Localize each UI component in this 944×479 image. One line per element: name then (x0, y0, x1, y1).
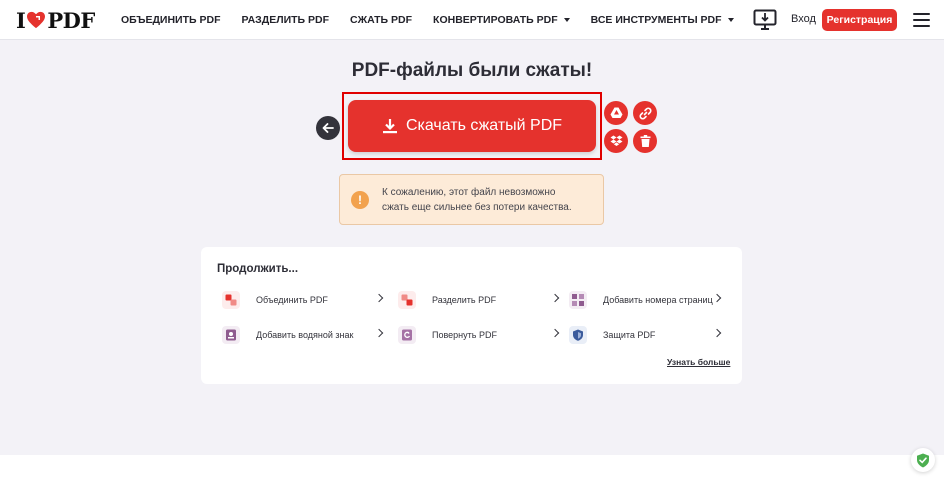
shield-check-icon (917, 453, 929, 467)
back-button[interactable] (316, 116, 340, 140)
rotate-pdf-icon (398, 326, 416, 344)
tool-merge-pdf[interactable]: Объединить PDF (222, 290, 384, 310)
split-pdf-icon (398, 291, 416, 309)
nav-all-tools[interactable]: ВСЕ ИНСТРУМЕНТЫ PDF (591, 14, 734, 26)
hamburger-menu-icon[interactable] (913, 13, 930, 27)
tool-watermark[interactable]: Добавить водяной знак (222, 325, 384, 345)
tool-split-pdf[interactable]: Разделить PDF (398, 290, 560, 310)
chevron-right-icon (550, 293, 560, 303)
nav-label: КОНВЕРТИРОВАТЬ PDF (433, 14, 558, 26)
nav-label: РАЗДЕЛИТЬ PDF (241, 14, 330, 26)
page-title: PDF-файлы были сжаты! (351, 60, 593, 81)
chevron-right-icon (374, 328, 384, 338)
nav-merge-pdf[interactable]: ОБЪЕДИНИТЬ PDF (121, 14, 220, 26)
nav-compress-pdf[interactable]: СЖАТЬ PDF (350, 14, 412, 26)
security-shield-button[interactable] (911, 448, 935, 472)
dropbox-icon (610, 135, 622, 146)
warning-line: сжать еще сильнее без потери качества. (382, 201, 572, 213)
tool-label: Защита PDF (603, 330, 656, 340)
burger-line (913, 25, 930, 27)
footer-strip (0, 455, 944, 479)
warning-text: К сожалению, этот файл невозможно сжать … (382, 185, 572, 215)
chevron-right-icon (712, 328, 722, 338)
caret-down-icon (727, 18, 734, 22)
tool-label: Добавить водяной знак (256, 330, 354, 340)
download-icon (382, 119, 397, 134)
page-numbers-icon (569, 291, 587, 309)
watermark-icon (222, 326, 240, 344)
nav-label: ОБЪЕДИНИТЬ PDF (121, 14, 221, 26)
chevron-right-icon (550, 328, 560, 338)
heart-icon (27, 11, 46, 29)
delete-button[interactable] (633, 129, 657, 153)
tool-label: Разделить PDF (432, 295, 497, 305)
burger-line (913, 13, 930, 15)
tool-page-numbers[interactable]: Добавить номера страниц (569, 290, 722, 310)
tool-rotate-pdf[interactable]: Повернуть PDF (398, 325, 560, 345)
copy-link-button[interactable] (633, 101, 657, 125)
protect-pdf-icon (569, 326, 587, 344)
download-label: Скачать сжатый PDF (405, 117, 563, 134)
continue-title: Продолжить... (217, 263, 299, 275)
google-drive-icon (610, 107, 622, 118)
desktop-download-icon[interactable] (753, 9, 777, 31)
nav-split-pdf[interactable]: РАЗДЕЛИТЬ PDF (241, 14, 329, 26)
caret-down-icon (563, 18, 570, 22)
logo-text-right: PDF (47, 7, 95, 33)
exclamation-icon: ! (351, 190, 369, 209)
learn-more-link[interactable]: Узнать больше (667, 357, 730, 367)
chevron-right-icon (712, 293, 722, 303)
arrow-left-icon (322, 123, 334, 133)
tool-label: Объединить PDF (256, 295, 328, 305)
google-drive-button[interactable] (604, 101, 628, 125)
merge-pdf-icon (222, 291, 240, 309)
top-header: I PDF ОБЪЕДИНИТЬ PDF РАЗДЕЛИТЬ PDF СЖАТЬ… (0, 0, 944, 40)
nav-convert-pdf[interactable]: КОНВЕРТИРОВАТЬ PDF (433, 14, 570, 26)
trash-icon (640, 135, 650, 147)
dropbox-button[interactable] (604, 129, 628, 153)
main-nav: ОБЪЕДИНИТЬ PDF РАЗДЕЛИТЬ PDF СЖАТЬ PDF К… (121, 0, 755, 40)
chevron-right-icon (374, 293, 384, 303)
nav-label: ВСЕ ИНСТРУМЕНТЫ PDF (590, 14, 722, 26)
download-compressed-pdf-button[interactable]: Скачать сжатый PDF (348, 100, 596, 152)
logo-text-left: I (16, 7, 26, 33)
burger-line (913, 19, 930, 21)
warning-line: К сожалению, этот файл невозможно (382, 186, 556, 198)
login-link[interactable]: Вход (791, 13, 816, 25)
tool-label: Повернуть PDF (432, 330, 497, 340)
nav-label: СЖАТЬ PDF (350, 14, 413, 26)
continue-card: Продолжить... Объединить PDF Разделить P… (201, 247, 742, 384)
link-icon (638, 106, 652, 120)
ilovepdf-logo[interactable]: I PDF (16, 7, 95, 33)
warning-notice: ! К сожалению, этот файл невозможно сжат… (339, 174, 604, 225)
tool-label: Добавить номера страниц (603, 295, 713, 305)
tool-protect-pdf[interactable]: Защита PDF (569, 325, 722, 345)
signup-button[interactable]: Регистрация (822, 9, 897, 31)
